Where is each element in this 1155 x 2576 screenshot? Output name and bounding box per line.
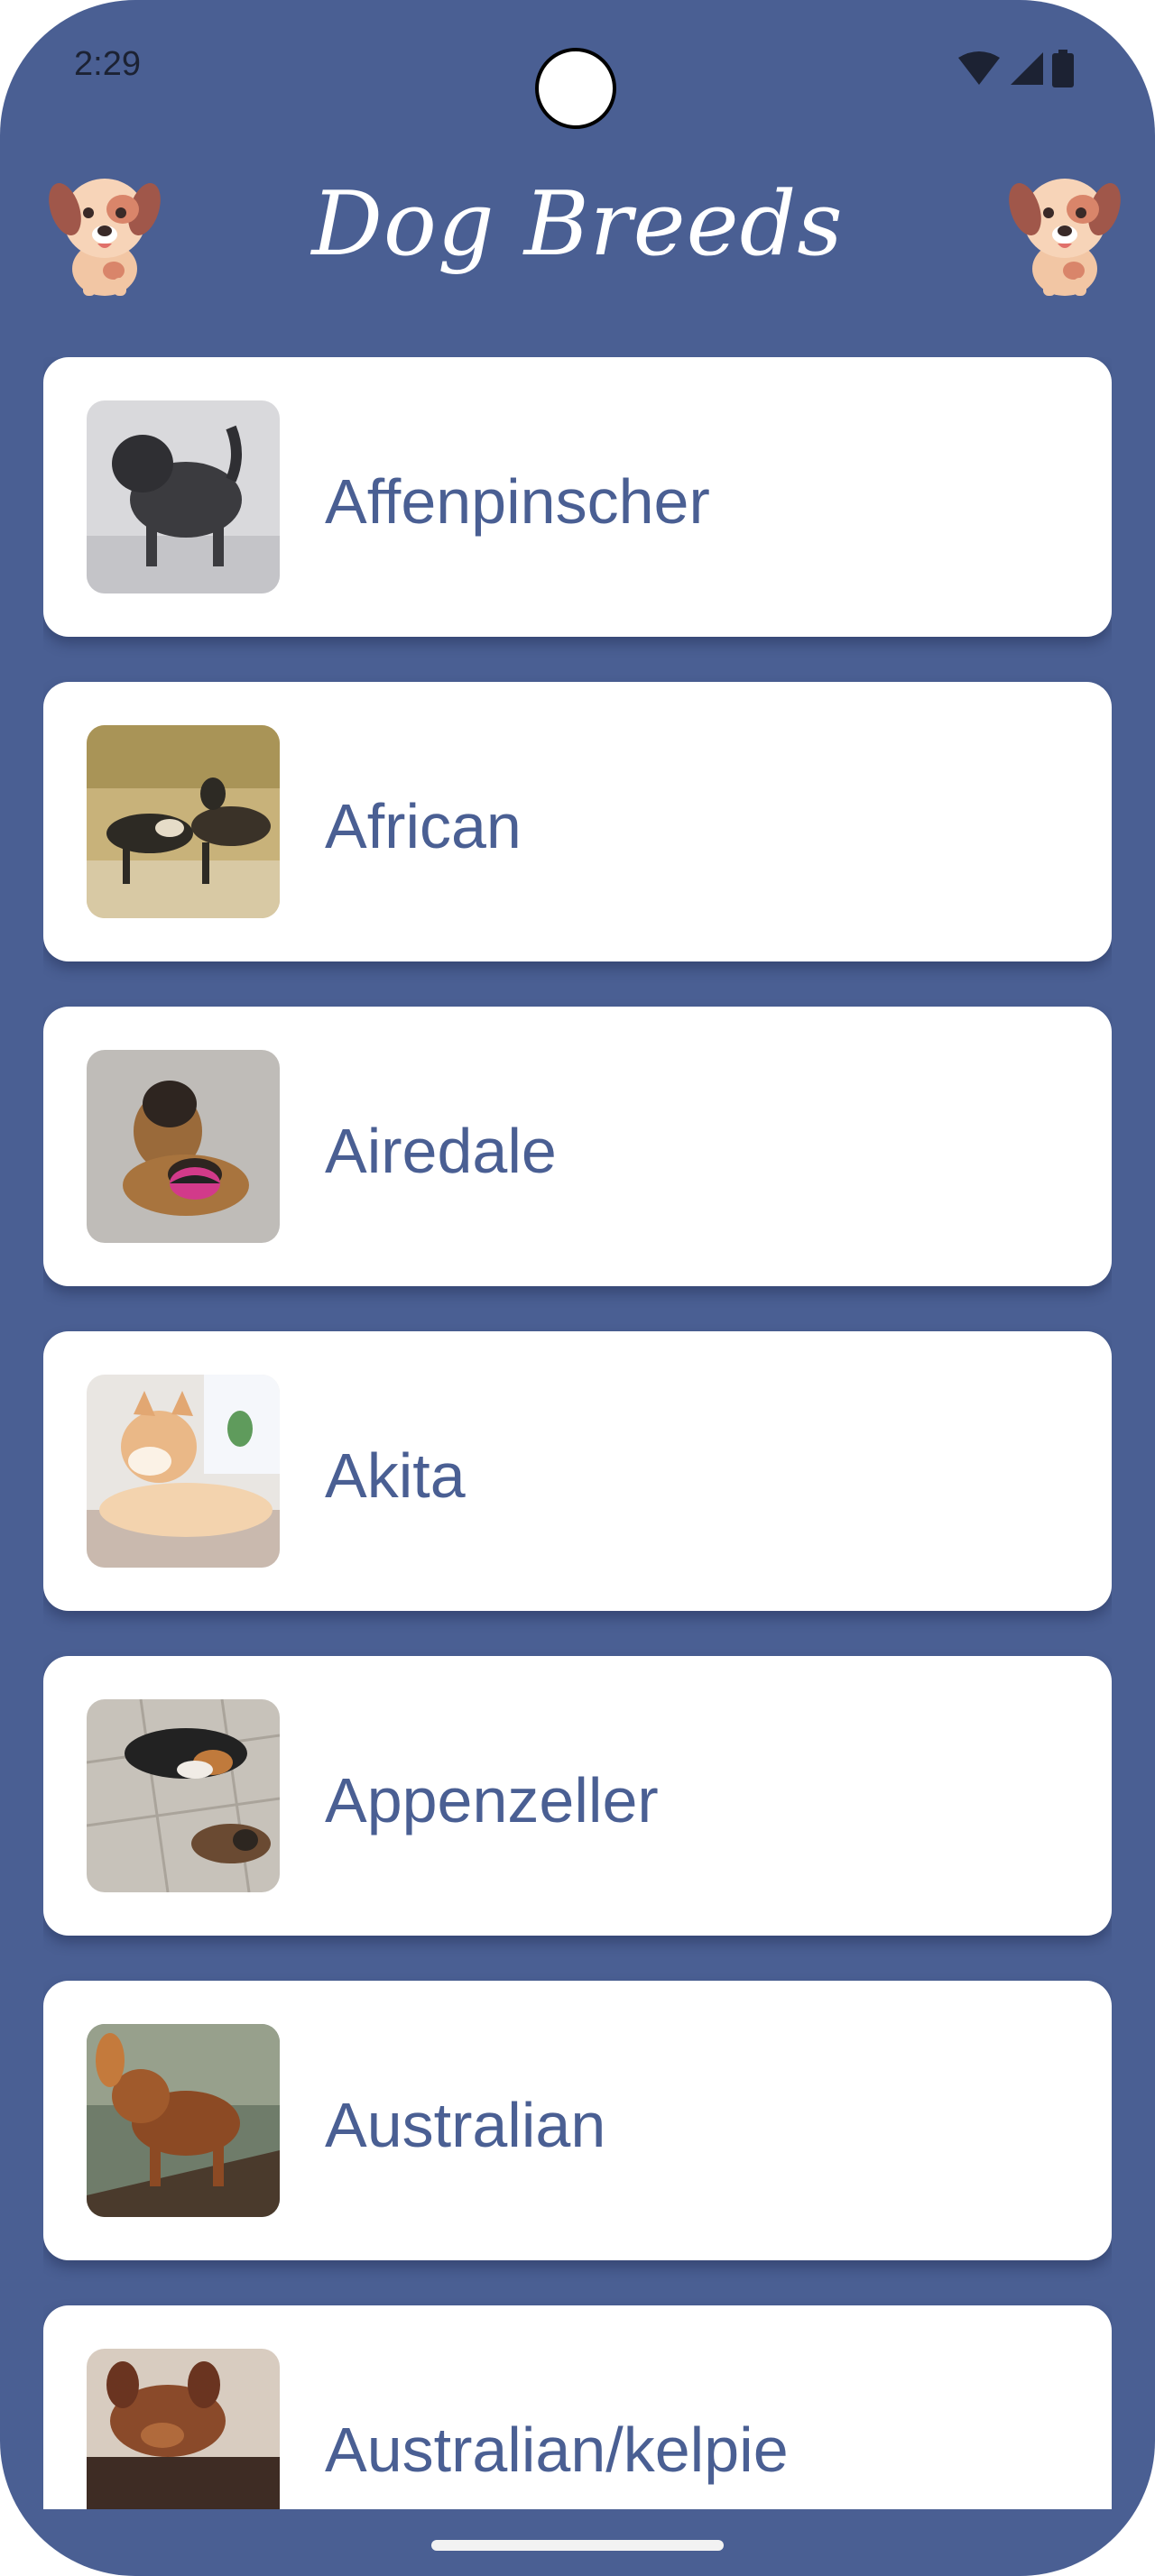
status-icons xyxy=(958,47,1074,90)
breed-name: African xyxy=(325,791,522,861)
app-header: Dog Breeds xyxy=(0,153,1155,307)
app-title: Dog Breeds xyxy=(311,173,844,276)
breed-name: Affenpinscher xyxy=(325,466,710,537)
puppy-face-icon xyxy=(1002,162,1128,298)
breed-thumbnail xyxy=(87,1050,280,1243)
gesture-nav-handle[interactable] xyxy=(431,2540,724,2551)
breed-thumbnail xyxy=(87,2024,280,2217)
breed-card-australian-kelpie[interactable]: Australian/kelpie xyxy=(43,2305,1112,2509)
battery-icon xyxy=(1052,50,1074,87)
breed-card-akita[interactable]: Akita xyxy=(43,1331,1112,1611)
breed-name: Appenzeller xyxy=(325,1765,659,1835)
breed-card-african[interactable]: African xyxy=(43,682,1112,961)
breed-name: Akita xyxy=(325,1440,466,1511)
breed-card-australian[interactable]: Australian xyxy=(43,1981,1112,2260)
breed-name: Australian xyxy=(325,2090,606,2160)
breed-thumbnail xyxy=(87,1699,280,1892)
breed-card-airedale[interactable]: Airedale xyxy=(43,1007,1112,1286)
front-camera xyxy=(535,48,616,129)
breed-card-affenpinscher[interactable]: Affenpinscher xyxy=(43,357,1112,637)
breed-thumbnail xyxy=(87,400,280,593)
status-time: 2:29 xyxy=(74,45,141,83)
wifi-icon xyxy=(958,51,1000,87)
breed-name: Airedale xyxy=(325,1116,557,1186)
breed-thumbnail xyxy=(87,725,280,918)
breed-card-appenzeller[interactable]: Appenzeller xyxy=(43,1656,1112,1936)
breed-thumbnail xyxy=(87,2349,280,2509)
breed-thumbnail xyxy=(87,1375,280,1568)
cellular-signal-icon xyxy=(1009,51,1043,87)
breed-list[interactable]: Affenpinscher African Airedale Akita App… xyxy=(43,357,1112,2509)
status-bar: 2:29 xyxy=(0,0,1155,135)
app-screen: 2:29 Dog Breeds Affenpinscher African Ai… xyxy=(0,0,1155,2576)
breed-name: Australian/kelpie xyxy=(325,2415,789,2485)
